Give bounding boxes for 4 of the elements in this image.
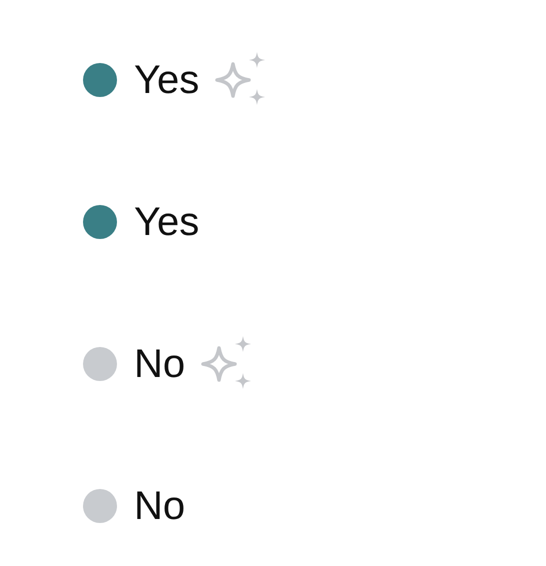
status-label: No bbox=[134, 484, 186, 528]
status-label: Yes bbox=[134, 58, 200, 102]
status-label: No bbox=[134, 342, 186, 386]
status-label: Yes bbox=[134, 200, 200, 244]
